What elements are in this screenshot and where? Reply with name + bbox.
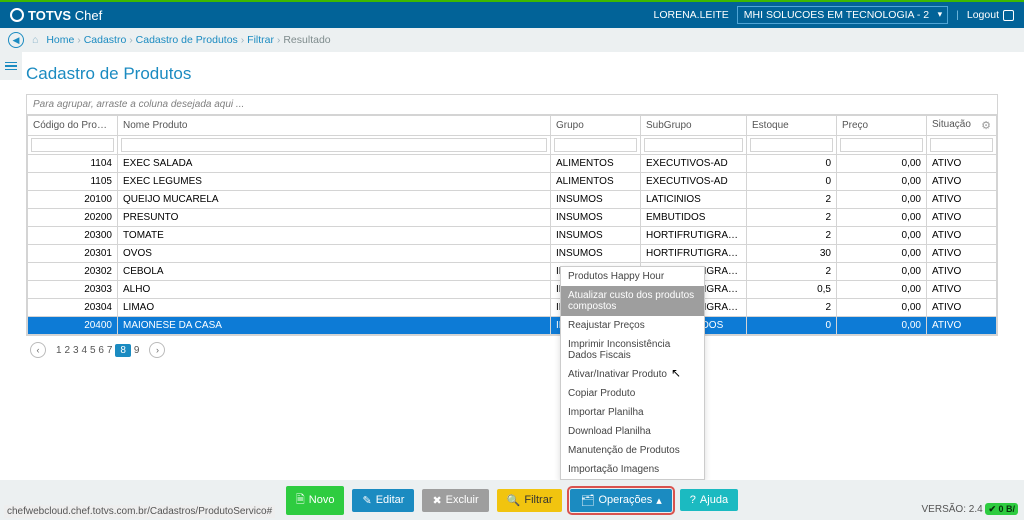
breadcrumb-link[interactable]: Cadastro de Produtos bbox=[136, 34, 238, 46]
edit-button[interactable]: ✎Editar bbox=[352, 489, 414, 512]
pager-page[interactable]: 8 bbox=[115, 344, 131, 357]
filter-button[interactable]: 🔍Filtrar bbox=[497, 489, 563, 512]
breadcrumb-link[interactable]: Filtrar bbox=[247, 34, 274, 46]
delete-button[interactable]: ✖Excluir bbox=[422, 489, 488, 512]
topbar: TOTVS Chef LORENA.LEITE MHI SOLUCOES EM … bbox=[0, 2, 1024, 28]
column-header[interactable]: Código do Produto bbox=[28, 116, 118, 136]
table-row[interactable]: 20100QUEIJO MUCARELAINSUMOSLATICINIOS20,… bbox=[28, 191, 997, 209]
operations-menu-item[interactable]: Download Planilha bbox=[561, 422, 704, 441]
brand-icon bbox=[10, 8, 24, 22]
pencil-icon: ✎ bbox=[362, 494, 371, 507]
status-url: chefwebcloud.chef.totvs.com.br/Cadastros… bbox=[4, 505, 275, 518]
column-filter-input[interactable] bbox=[750, 138, 833, 152]
table-row[interactable]: 1105EXEC LEGUMESALIMENTOSEXECUTIVOS-AD00… bbox=[28, 173, 997, 191]
gear-icon[interactable]: ⚙ bbox=[981, 119, 991, 132]
pager-next[interactable]: › bbox=[149, 342, 165, 358]
caret-up-icon: ▴ bbox=[656, 494, 662, 507]
column-header[interactable]: Nome Produto bbox=[118, 116, 551, 136]
column-filter-input[interactable] bbox=[31, 138, 114, 152]
user-name: LORENA.LEITE bbox=[654, 9, 729, 21]
table-row[interactable]: 20300TOMATEINSUMOSHORTIFRUTIGRANJEIROS20… bbox=[28, 227, 997, 245]
column-header[interactable]: SubGrupo bbox=[641, 116, 747, 136]
operations-menu-item[interactable]: Ativar/Inativar Produto bbox=[561, 365, 704, 384]
operations-menu-item[interactable]: Produtos Happy Hour bbox=[561, 267, 704, 286]
column-header[interactable]: Grupo bbox=[551, 116, 641, 136]
pager-page[interactable]: 3 bbox=[73, 345, 79, 356]
operations-button[interactable]: 🗂Operações ▴ bbox=[570, 489, 671, 512]
sidebar-toggle[interactable] bbox=[0, 52, 22, 80]
table-row[interactable]: 20303ALHOINSUMOSHORTIFRUTIGRANJEIROS0,50… bbox=[28, 281, 997, 299]
back-button[interactable]: ◀ bbox=[8, 32, 24, 48]
operations-menu-item[interactable]: Atualizar custo dos produtos compostos bbox=[561, 286, 704, 316]
products-grid: Para agrupar, arraste a coluna desejada … bbox=[26, 94, 998, 336]
breadcrumb-link[interactable]: Home bbox=[46, 34, 74, 46]
pager-page[interactable]: 1 bbox=[56, 345, 62, 356]
page-title: Cadastro de Produtos bbox=[26, 64, 998, 84]
new-button[interactable]: 🗎Novo bbox=[286, 486, 345, 515]
hamburger-icon bbox=[5, 62, 17, 71]
version-label: VERSÃO: 2.4 ✔ 0 B/ bbox=[922, 504, 1018, 515]
table-row[interactable]: 1104EXEC SALADAALIMENTOSEXECUTIVOS-AD00,… bbox=[28, 155, 997, 173]
pager-prev[interactable]: ‹ bbox=[30, 342, 46, 358]
column-header[interactable]: Situação⚙ bbox=[927, 116, 997, 136]
list-icon: 🗂 bbox=[580, 494, 594, 507]
help-icon: ? bbox=[690, 494, 696, 506]
plus-icon: 🗎 bbox=[296, 491, 305, 510]
operations-menu-item[interactable]: Importação Imagens bbox=[561, 460, 704, 479]
help-button[interactable]: ?Ajuda bbox=[680, 489, 738, 511]
column-filter-input[interactable] bbox=[930, 138, 993, 152]
column-filter-input[interactable] bbox=[644, 138, 743, 152]
table-row[interactable]: 20301OVOSINSUMOSHORTIFRUTIGRANJEIROS300,… bbox=[28, 245, 997, 263]
pager-page[interactable]: 7 bbox=[107, 345, 113, 356]
operations-menu-item[interactable]: Importar Planilha bbox=[561, 403, 704, 422]
brand-logo: TOTVS Chef bbox=[10, 8, 102, 23]
column-header[interactable]: Preço bbox=[837, 116, 927, 136]
breadcrumb-bar: ◀ ⌂ Home › Cadastro › Cadastro de Produt… bbox=[0, 28, 1024, 52]
operations-menu-item[interactable]: Reajustar Preços bbox=[561, 316, 704, 335]
pager: ‹ 1 2 3 4 5 6 7 8 9 › bbox=[26, 336, 998, 364]
operations-menu-item[interactable]: Manutenção de Produtos bbox=[561, 441, 704, 460]
operations-menu-item[interactable]: Copiar Produto bbox=[561, 384, 704, 403]
logout-icon bbox=[1003, 10, 1014, 21]
filter-icon: 🔍 bbox=[507, 494, 521, 507]
table-row[interactable]: 20304LIMAOINSUMOSHORTIFRUTIGRANJEIROS20,… bbox=[28, 299, 997, 317]
logout-link[interactable]: Logout bbox=[967, 9, 1014, 21]
group-hint[interactable]: Para agrupar, arraste a coluna desejada … bbox=[27, 95, 997, 115]
table-row[interactable]: 20400MAIONESE DA CASAINSUMOSPROCESSADOS0… bbox=[28, 317, 997, 335]
column-header[interactable]: Estoque bbox=[747, 116, 837, 136]
breadcrumb-current: Resultado bbox=[283, 34, 330, 46]
pager-page[interactable]: 4 bbox=[81, 345, 87, 356]
column-filter-input[interactable] bbox=[840, 138, 923, 152]
tenant-selector[interactable]: MHI SOLUCOES EM TECNOLOGIA - 2 bbox=[737, 6, 948, 24]
operations-menu-item[interactable]: Imprimir Inconsistência Dados Fiscais bbox=[561, 335, 704, 365]
table-row[interactable]: 20200PRESUNTOINSUMOSEMBUTIDOS20,00ATIVO bbox=[28, 209, 997, 227]
home-icon: ⌂ bbox=[32, 34, 38, 46]
operations-menu: Produtos Happy HourAtualizar custo dos p… bbox=[560, 266, 705, 480]
pager-page[interactable]: 6 bbox=[98, 345, 104, 356]
breadcrumb-link[interactable]: Cadastro bbox=[84, 34, 127, 46]
column-filter-input[interactable] bbox=[121, 138, 547, 152]
trash-icon: ✖ bbox=[432, 494, 441, 507]
pager-page[interactable]: 2 bbox=[64, 345, 70, 356]
pager-page[interactable]: 5 bbox=[90, 345, 96, 356]
column-filter-input[interactable] bbox=[554, 138, 637, 152]
table-row[interactable]: 20302CEBOLAINSUMOSHORTIFRUTIGRANJEIROS20… bbox=[28, 263, 997, 281]
pager-page[interactable]: 9 bbox=[134, 345, 140, 356]
